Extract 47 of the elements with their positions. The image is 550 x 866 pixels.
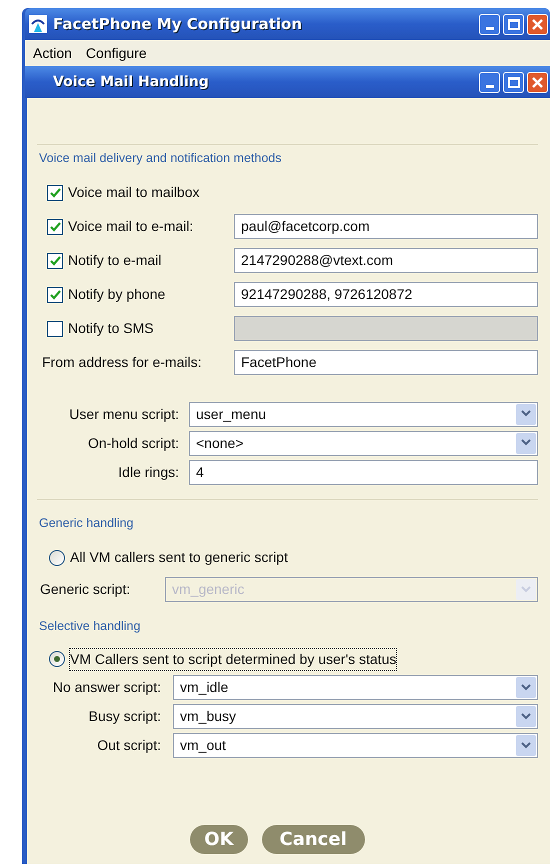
field-label: Voice mail to mailbox xyxy=(68,183,200,202)
field-label: Busy script: xyxy=(88,707,161,726)
field-label: Generic script: xyxy=(40,581,130,597)
text-field[interactable]: paul@facetcorp.com xyxy=(234,214,538,240)
dropdown[interactable]: vm_idle xyxy=(173,675,538,700)
close-icon xyxy=(532,18,543,30)
minimize-button[interactable] xyxy=(479,14,500,34)
checkbox[interactable] xyxy=(47,218,63,235)
dialog-title: Voice Mail Handling xyxy=(53,72,210,92)
close-button[interactable] xyxy=(527,72,548,92)
text-field[interactable]: 2147290288@vtext.com xyxy=(234,248,538,274)
window-title: FacetPhone My Configuration xyxy=(53,14,304,35)
field-label: Notify by phone xyxy=(68,285,166,304)
field-label: Voice mail to e-mail: xyxy=(68,217,194,236)
section-heading: Selective handling xyxy=(39,618,142,635)
radio-label: VM Callers sent to script determined by user's status xyxy=(70,648,396,670)
field-label: No answer script: xyxy=(52,678,161,698)
text-field[interactable]: FacetPhone xyxy=(234,350,538,376)
field-label: Notify to SMS xyxy=(68,319,154,338)
section-heading: Voice mail delivery and notification methods xyxy=(39,150,282,167)
radio-label: All VM callers sent to generic script xyxy=(70,548,288,567)
maximize-button[interactable] xyxy=(503,72,524,92)
field-label: Notify to e-mail xyxy=(68,251,162,270)
maximize-button[interactable] xyxy=(503,14,524,34)
dropdown[interactable]: <none> xyxy=(189,430,538,456)
field-label: From address for e-mails: xyxy=(42,353,202,372)
close-icon xyxy=(532,76,543,88)
field-label: Out script: xyxy=(97,736,161,756)
field-label: Idle rings: xyxy=(118,462,179,482)
close-button[interactable] xyxy=(527,14,548,34)
checkbox[interactable] xyxy=(47,252,63,269)
dropdown[interactable]: vm_out xyxy=(173,733,538,758)
checkbox[interactable] xyxy=(47,286,63,303)
field-label: User menu script: xyxy=(69,404,179,424)
text-field[interactable]: 92147290288, 9726120872 xyxy=(234,282,538,308)
menu-item[interactable]: Action xyxy=(33,42,72,64)
app-icon xyxy=(29,15,47,33)
radio-button[interactable] xyxy=(49,550,65,566)
radio-button[interactable] xyxy=(49,651,65,668)
dropdown[interactable]: user_menu xyxy=(189,402,538,427)
field-label: On-hold script: xyxy=(88,434,179,453)
checkbox[interactable] xyxy=(47,184,63,201)
section-heading: Generic handling xyxy=(39,514,135,532)
minimize-button[interactable] xyxy=(479,72,500,92)
text-field[interactable]: 4 xyxy=(189,460,538,485)
menu-item[interactable]: Configure xyxy=(86,42,147,64)
dropdown[interactable]: vm_busy xyxy=(173,704,538,730)
